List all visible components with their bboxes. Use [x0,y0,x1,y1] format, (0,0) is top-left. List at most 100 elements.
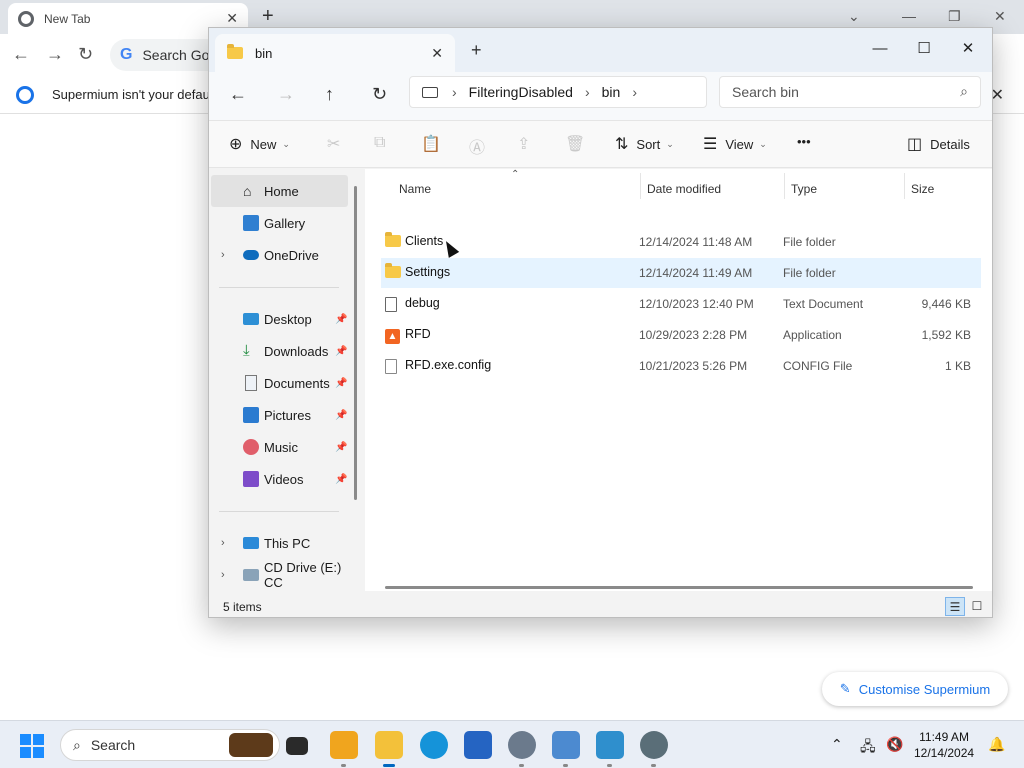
search-input[interactable]: Search bin ⌕ [719,76,981,108]
network-icon[interactable]: 🖧 [860,736,876,760]
new-tab-button[interactable]: + [262,6,274,26]
store-icon[interactable] [464,731,492,759]
chevron-right-icon[interactable]: › [585,84,590,100]
clock[interactable]: 11:49 AM 12/14/2024 [914,729,974,761]
share-icon[interactable]: ⇪ [517,134,530,154]
explorer-titlebar: bin ✕ + — ☐ ✕ [209,28,992,72]
file-explorer-icon[interactable] [375,731,403,767]
notification-icon[interactable]: 🔔 [988,736,1005,753]
file-row[interactable]: Clients 12/14/2024 11:48 AM File folder [381,227,981,257]
nav-item-downloads[interactable]: ⤓ Downloads 📌 [211,335,348,367]
back-icon[interactable]: ← [12,44,30,65]
pin-icon[interactable]: 📌 [335,474,347,485]
new-tab-button[interactable]: + [471,40,482,61]
chevron-right-icon[interactable]: › [452,84,457,100]
browser-close-button[interactable]: ✕ [994,8,1006,25]
explorer-tab[interactable]: bin ✕ [215,34,455,72]
this-pc-icon [422,86,438,98]
file-row[interactable]: RFD.exe.config 10/21/2023 5:26 PM CONFIG… [381,351,981,381]
app-icon[interactable] [596,731,624,767]
maximize-button[interactable]: ☐ [901,36,947,62]
refresh-icon[interactable]: ↻ [372,84,387,105]
view-button[interactable]: ☰ View ⌄ [703,134,767,154]
reload-icon[interactable]: ↻ [78,44,93,65]
sort-ascending-icon: ⌃ [511,169,520,180]
pin-icon[interactable]: 📌 [335,410,347,421]
edge-icon[interactable] [420,731,448,759]
item-count: 5 items [223,600,262,614]
up-icon[interactable]: ↑ [325,84,334,105]
nav-item-music[interactable]: Music 📌 [211,431,348,463]
more-options-button[interactable]: ••• [797,134,811,149]
horizontal-scrollbar[interactable] [385,586,973,589]
delete-icon[interactable]: 🗑 [565,134,585,154]
taskbar-search[interactable]: ⌕ Search [60,729,280,761]
column-header-size[interactable]: Size [911,175,934,203]
details-pane-icon: ◫ [907,136,923,153]
task-view-icon[interactable] [286,737,308,755]
settings-icon[interactable] [508,731,536,767]
folder-icon [385,263,401,281]
sort-icon: ⇅ [615,136,629,153]
close-tab-icon[interactable]: ✕ [431,45,443,62]
close-tab-icon[interactable]: ✕ [226,10,238,27]
browser-minimize-button[interactable]: — [902,8,916,24]
chevron-right-icon[interactable]: › [221,537,225,549]
nav-item-this-pc[interactable]: › This PC [211,527,348,559]
column-header-date[interactable]: Date modified [647,175,721,203]
address-bar[interactable]: › FilteringDisabled › bin › [409,76,707,108]
pin-icon[interactable]: 📌 [335,378,347,389]
column-header-type[interactable]: Type [791,175,817,203]
column-divider[interactable] [640,173,641,199]
nav-item-cd-drive[interactable]: › CD Drive (E:) CC [211,559,348,591]
chevron-up-icon[interactable]: ⌃ [831,736,843,753]
details-view-icon[interactable]: ☰ [945,597,965,616]
back-icon[interactable]: ← [229,84,247,105]
volume-muted-icon[interactable]: 🔇 [886,736,903,753]
customise-button[interactable]: ✎ Customise Supermium [822,672,1008,706]
paste-icon[interactable]: 📋 [421,134,441,154]
tiles-view-icon[interactable]: ☐ [967,597,987,616]
sort-button[interactable]: ⇅ Sort ⌄ [615,134,674,154]
file-row[interactable]: Settings 12/14/2024 11:49 AM File folder [381,258,981,288]
minimize-button[interactable]: — [857,36,903,62]
rename-icon[interactable]: Ⓐ [469,134,485,158]
pin-icon[interactable]: 📌 [335,314,347,325]
nav-item-videos[interactable]: Videos 📌 [211,463,348,495]
new-button[interactable]: ⊕ New ⌄ [229,134,290,154]
nav-item-gallery[interactable]: Gallery [211,207,348,239]
forward-icon[interactable]: → [277,84,295,105]
copy-icon[interactable]: ⧉ [374,134,385,152]
breadcrumb-filteringdisabled[interactable]: FilteringDisabled [469,84,573,100]
nav-item-pictures[interactable]: Pictures 📌 [211,399,348,431]
command-bar: ⊕ New ⌄ ✂ ⧉ 📋 Ⓐ ⇪ 🗑 ⇅ Sort ⌄ ☰ View ⌄ ••… [209,120,992,168]
forward-icon[interactable]: → [46,44,64,65]
browser-restore-button[interactable]: ❐ [948,8,961,25]
nav-item-desktop[interactable]: Desktop 📌 [211,303,348,335]
supermium-icon[interactable] [640,731,668,767]
cut-icon[interactable]: ✂ [327,134,340,154]
column-divider[interactable] [784,173,785,199]
chevron-right-icon[interactable]: › [632,84,637,100]
app-icon[interactable] [552,731,580,767]
pin-icon[interactable]: 📌 [335,346,347,357]
pin-icon[interactable]: 📌 [335,442,347,453]
nav-item-home[interactable]: ⌂ Home [211,175,348,207]
close-button[interactable]: ✕ [945,36,991,62]
start-button[interactable] [20,734,44,758]
tab-search-icon[interactable]: ⌄ [848,8,860,25]
file-row[interactable]: ▲ RFD 10/29/2023 2:28 PM Application 1,5… [381,320,981,350]
column-divider[interactable] [904,173,905,199]
breadcrumb-bin[interactable]: bin [602,84,621,100]
chevron-right-icon[interactable]: › [221,249,225,261]
nav-item-onedrive[interactable]: › OneDrive [211,239,348,271]
chevron-right-icon[interactable]: › [221,569,225,581]
column-header-name[interactable]: Name [399,175,431,203]
nav-scrollbar[interactable] [354,186,357,500]
details-button[interactable]: ◫ Details [907,134,970,154]
file-date: 12/10/2023 12:40 PM [639,297,754,311]
file-row[interactable]: debug 12/10/2023 12:40 PM Text Document … [381,289,981,319]
customise-label: Customise Supermium [858,681,991,697]
nav-item-documents[interactable]: Documents 📌 [211,367,348,399]
app-icon[interactable] [330,731,358,767]
